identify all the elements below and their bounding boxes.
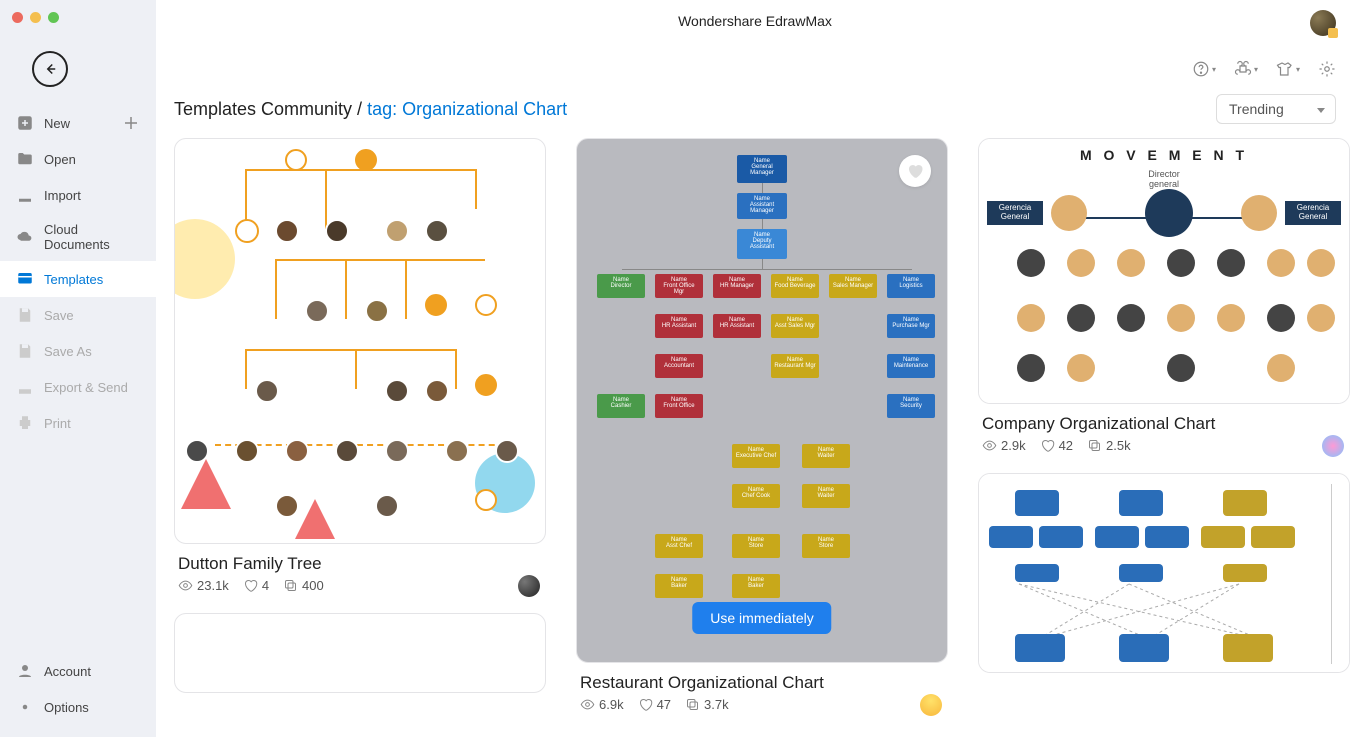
sidebar-item-label: Save As — [44, 344, 140, 359]
save-icon — [16, 306, 34, 324]
sidebar-item-label: Print — [44, 416, 140, 431]
use-button[interactable]: Use immediately — [692, 602, 831, 634]
sidebar-item-label: Cloud Documents — [44, 222, 140, 252]
account-icon — [16, 662, 34, 680]
breadcrumb: Templates Community / tag: Organizationa… — [174, 99, 567, 120]
cloud-icon — [16, 228, 34, 246]
views-count: 6.9k — [599, 697, 624, 712]
sidebar-item-cloud[interactable]: Cloud Documents — [0, 213, 156, 261]
card-title: Restaurant Organizational Chart — [580, 673, 946, 693]
likes-count: 4 — [262, 578, 269, 593]
sidebar-item-options[interactable]: Options — [0, 689, 156, 725]
copies-count: 400 — [302, 578, 324, 593]
avatar[interactable] — [1310, 10, 1336, 36]
theme-button[interactable]: ▾ — [1276, 60, 1300, 78]
eye-icon — [580, 697, 595, 712]
toolbar: ▾ ▾ ▾ — [1192, 60, 1336, 78]
template-card-matrix[interactable] — [978, 473, 1350, 673]
sidebar-item-saveas: Save As — [0, 333, 156, 369]
sidebar-item-account[interactable]: Account — [0, 653, 156, 689]
sidebar: New Open Import Cloud Documents Template… — [0, 0, 156, 737]
eye-icon — [982, 438, 997, 453]
preview-title: M O V E M E N T — [979, 147, 1349, 163]
owner-avatar[interactable] — [1322, 435, 1344, 457]
shirt-icon — [1276, 60, 1294, 78]
owner-avatar[interactable] — [920, 694, 942, 716]
sort-label: Trending — [1229, 101, 1284, 117]
heart-icon — [243, 578, 258, 593]
preview-subtitle: Director general — [979, 169, 1349, 189]
heart-icon — [638, 697, 653, 712]
breadcrumb-root[interactable]: Templates Community / — [174, 99, 367, 119]
titlebar: Wondershare EdrawMax — [156, 0, 1354, 42]
sort-select[interactable]: Trending — [1216, 94, 1336, 124]
template-card-placeholder[interactable] — [174, 613, 546, 693]
new-icon — [16, 114, 34, 132]
close-icon[interactable] — [12, 12, 23, 23]
maximize-icon[interactable] — [48, 12, 59, 23]
views-count: 2.9k — [1001, 438, 1026, 453]
main: Wondershare EdrawMax ▾ ▾ ▾ Templates Com… — [156, 0, 1354, 737]
window-controls — [0, 6, 156, 33]
sidebar-item-save: Save — [0, 297, 156, 333]
minimize-icon[interactable] — [30, 12, 41, 23]
breadcrumb-tag[interactable]: tag: Organizational Chart — [367, 99, 567, 119]
copy-icon — [1087, 438, 1102, 453]
template-card-restaurant[interactable]: NameGeneral Manager NameAssistant Manage… — [576, 138, 948, 714]
app-title: Wondershare EdrawMax — [678, 13, 832, 29]
template-card-company[interactable]: M O V E M E N T Director general Gerenci… — [978, 138, 1350, 455]
likes-count: 47 — [657, 697, 671, 712]
sidebar-item-open[interactable]: Open — [0, 141, 156, 177]
shortcut-button[interactable]: ▾ — [1234, 60, 1258, 78]
export-icon — [16, 378, 34, 396]
card-title: Dutton Family Tree — [178, 554, 544, 574]
folder-icon — [16, 150, 34, 168]
sidebar-item-templates[interactable]: Templates — [0, 261, 156, 297]
settings-button[interactable] — [1318, 60, 1336, 78]
sidebar-item-label: Options — [44, 700, 140, 715]
owner-avatar[interactable] — [518, 575, 540, 597]
sidebar-item-new[interactable]: New — [0, 105, 156, 141]
copy-icon — [685, 697, 700, 712]
arrow-left-icon — [41, 60, 59, 78]
sidebar-item-print: Print — [0, 405, 156, 441]
heart-icon — [1040, 438, 1055, 453]
sidebar-item-label: Export & Send — [44, 380, 140, 395]
sidebar-item-label: Account — [44, 664, 140, 679]
copies-count: 3.7k — [704, 697, 729, 712]
card-title: Company Organizational Chart — [982, 414, 1348, 434]
import-icon — [16, 186, 34, 204]
copy-icon — [283, 578, 298, 593]
sidebar-item-label: Import — [44, 188, 140, 203]
sidebar-item-label: Templates — [44, 272, 140, 287]
gear-icon — [1318, 60, 1336, 78]
gear-icon — [16, 698, 34, 716]
template-card-dutton[interactable]: Dutton Family Tree 23.1k 4 400 — [174, 138, 546, 595]
templates-icon — [16, 270, 34, 288]
likes-count: 42 — [1059, 438, 1073, 453]
sidebar-item-label: Save — [44, 308, 140, 323]
views-count: 23.1k — [197, 578, 229, 593]
back-button[interactable] — [32, 51, 68, 87]
sidebar-item-label: New — [44, 116, 70, 131]
plus-icon[interactable] — [122, 114, 140, 132]
help-icon — [1192, 60, 1210, 78]
sidebar-item-import[interactable]: Import — [0, 177, 156, 213]
sidebar-item-export: Export & Send — [0, 369, 156, 405]
print-icon — [16, 414, 34, 432]
help-button[interactable]: ▾ — [1192, 60, 1216, 78]
sidebar-item-label: Open — [44, 152, 140, 167]
eye-icon — [178, 578, 193, 593]
copies-count: 2.5k — [1106, 438, 1131, 453]
command-icon — [1234, 60, 1252, 78]
saveas-icon — [16, 342, 34, 360]
